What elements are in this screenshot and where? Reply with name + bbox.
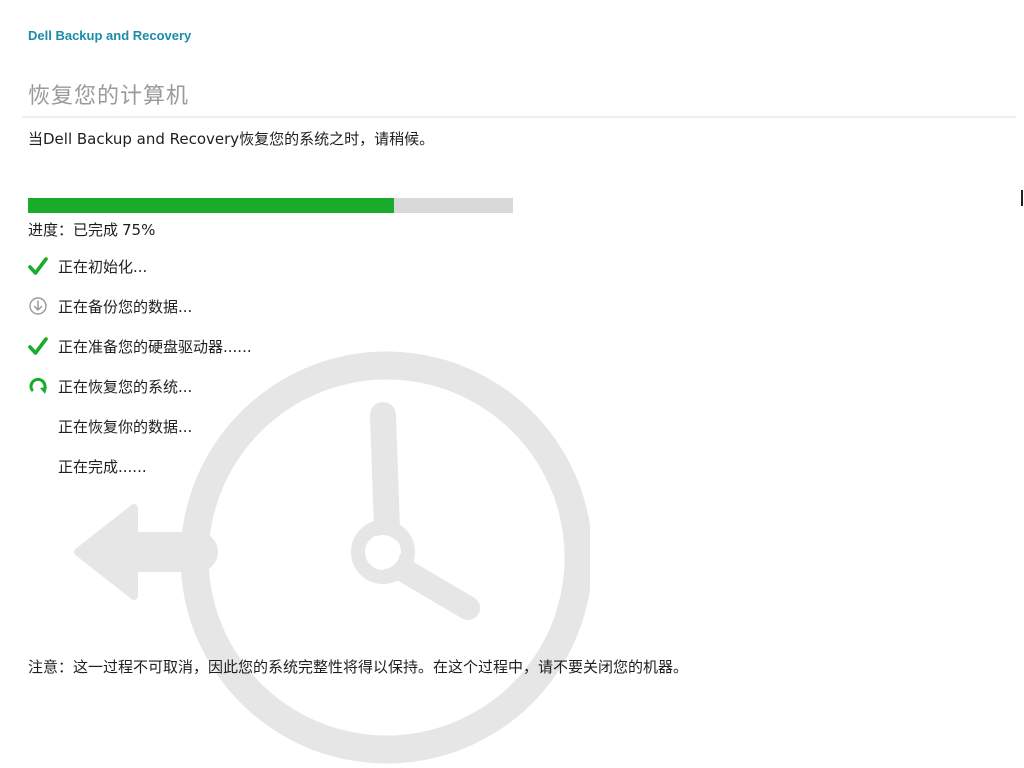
step-item: 正在恢复你的数据... <box>28 406 252 446</box>
download-circle-icon <box>28 294 58 318</box>
step-item: 正在完成...... <box>28 446 252 486</box>
progress-bar-fill <box>28 198 395 213</box>
step-item: 正在备份您的数据... <box>28 286 252 326</box>
step-list: 正在初始化... 正在备份您的数据... 正在准备您的硬盘驱动器...... 正… <box>28 246 252 486</box>
step-icon-placeholder <box>28 454 58 478</box>
step-label: 正在初始化... <box>58 257 148 276</box>
step-icon-placeholder <box>28 414 58 438</box>
progress-percent: 75% <box>122 221 156 239</box>
refresh-icon <box>28 374 58 398</box>
text-cursor <box>1021 190 1023 206</box>
step-item: 正在准备您的硬盘驱动器...... <box>28 326 252 366</box>
check-icon <box>28 254 58 278</box>
step-label: 正在恢复你的数据... <box>58 417 193 436</box>
progress-label-text: 进度：已完成 <box>28 221 119 239</box>
step-label: 正在恢复您的系统... <box>58 377 193 396</box>
step-label: 正在准备您的硬盘驱动器...... <box>58 337 252 356</box>
progress-bar <box>28 198 513 213</box>
progress-label: 进度：已完成 75% <box>28 219 155 240</box>
page-subtitle: 当Dell Backup and Recovery恢复您的系统之时，请稍候。 <box>28 130 435 148</box>
check-icon <box>28 334 58 358</box>
title-divider <box>22 116 1016 118</box>
step-label: 正在完成...... <box>58 457 147 476</box>
step-item: 正在初始化... <box>28 246 252 286</box>
step-label: 正在备份您的数据... <box>58 297 193 316</box>
page-title: 恢复您的计算机 <box>28 84 190 109</box>
step-item: 正在恢复您的系统... <box>28 366 252 406</box>
warning-note: 注意：这一过程不可取消，因此您的系统完整性将得以保持。在这个过程中，请不要关闭您… <box>28 658 689 676</box>
app-brand: Dell Backup and Recovery <box>28 28 192 43</box>
